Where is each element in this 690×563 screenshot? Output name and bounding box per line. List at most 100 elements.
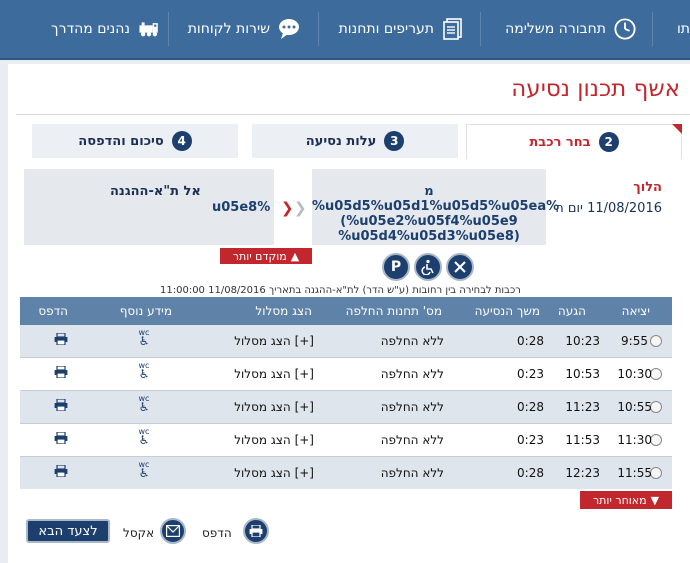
destination-code: u05e8%	[212, 200, 271, 215]
col-arrival: הגעה	[557, 304, 586, 318]
triangle-down-icon: ▼	[650, 493, 660, 507]
duration: 0:23	[517, 367, 544, 381]
parking-icon[interactable]: P	[382, 253, 410, 281]
table-header: יציאה הגעה משך הנסיעה מס' תחנות החלפה הצ…	[20, 297, 672, 325]
show-route-link[interactable]: [+] הצג מסלול	[234, 367, 314, 381]
show-route-link[interactable]: [+] הצג מסלול	[234, 400, 314, 414]
col-print: הדפס	[38, 304, 68, 318]
departure-time: 10:55	[617, 400, 652, 414]
wheelchair-wc-icon: wc ♿	[134, 427, 154, 453]
document-icon	[442, 18, 464, 40]
triangle-up-icon: ▲	[290, 249, 300, 263]
wheelchair-wc-icon: wc ♿	[134, 394, 154, 420]
departure-time: 9:55	[621, 334, 648, 348]
title-divider	[16, 114, 690, 115]
clock-icon	[614, 18, 636, 40]
page-title: אשף תכנון נסיעה	[511, 76, 680, 102]
print-label: הדפס	[202, 526, 232, 540]
next-step-button[interactable]: לצעד הבא	[26, 519, 110, 543]
table-row[interactable]: 11:30 11:53 0:23 ללא החלפה [+] הצג מסלול…	[20, 424, 672, 456]
train-icon	[138, 18, 160, 40]
nav-divider	[652, 12, 653, 46]
nav-label: תחבורה משלימה	[505, 21, 606, 37]
transfers: ללא החלפה	[380, 334, 444, 348]
chat-icon	[278, 18, 300, 40]
excel-button[interactable]	[160, 518, 186, 544]
nav-label: נהנים מהדרך	[51, 21, 130, 37]
origin-line: %u05d4%u05d3%u05e8)	[338, 229, 520, 244]
print-icon[interactable]	[54, 432, 68, 444]
arrival-time: 10:53	[565, 367, 600, 381]
nav-divider	[480, 12, 481, 46]
departure-time: 11:55	[617, 466, 652, 480]
origin-prefix: מ	[424, 184, 434, 199]
table-row[interactable]: 9:55 10:23 0:28 ללא החלפה [+] הצג מסלול …	[20, 325, 672, 357]
select-radio[interactable]	[650, 335, 662, 347]
print-icon[interactable]	[54, 465, 68, 477]
show-route-link[interactable]: [+] הצג מסלול	[234, 334, 314, 348]
departure-time: 10:30	[617, 367, 652, 381]
duration: 0:23	[517, 433, 544, 447]
tab-select-train[interactable]: 2 בחר רכבת	[466, 124, 682, 159]
nav-item-fares[interactable]: תעריפים ותחנות	[339, 0, 464, 58]
table-row[interactable]: 10:55 11:23 0:28 ללא החלפה [+] הצג מסלול…	[20, 391, 672, 423]
active-tab-marker	[672, 124, 682, 134]
arrival-time: 11:53	[565, 433, 600, 447]
nav-item-customer-service[interactable]: שירות לקוחות	[188, 0, 300, 58]
step-number: 2	[598, 132, 619, 152]
duration: 0:28	[517, 466, 544, 480]
origin-line: %u05d5%u05d1%u05d5%u05ea%	[312, 199, 560, 214]
transfers: ללא החלפה	[380, 367, 444, 381]
departure-time: 11:30	[617, 433, 652, 447]
col-duration: משך הנסיעה	[474, 304, 540, 318]
fork-knife-icon[interactable]	[446, 253, 474, 281]
tab-summary-print[interactable]: 4 סיכום והדפסה	[32, 124, 238, 158]
duration: 0:28	[517, 400, 544, 414]
step-label: סיכום והדפסה	[78, 133, 164, 149]
search-note: רכבות לבחירה בין רחובות (ע"ש הדר) לת"א-ה…	[160, 285, 521, 296]
nav-item-transport[interactable]: תחבורה משלימה	[505, 0, 636, 58]
table-row[interactable]: 11:55 12:23 0:28 ללא החלפה [+] הצג מסלול…	[20, 457, 672, 489]
wheelchair-icon[interactable]	[414, 253, 442, 281]
later-button[interactable]: ▼ מאוחר יותר	[580, 491, 672, 509]
transfers: ללא החלפה	[380, 466, 444, 480]
transfers: ללא החלפה	[380, 433, 444, 447]
wheelchair-wc-icon: wc ♿	[134, 361, 154, 387]
show-route-link[interactable]: [+] הצג מסלול	[234, 466, 314, 480]
col-route: הצג מסלול	[255, 304, 312, 318]
arrival-time: 10:23	[565, 334, 600, 348]
chevron-left-icon[interactable]: ❮	[281, 199, 294, 217]
tab-trip-cost[interactable]: 3 עלות נסיעה	[252, 124, 458, 158]
table-row[interactable]: 10:30 10:53 0:23 ללא החלפה [+] הצג מסלול…	[20, 358, 672, 390]
show-route-link[interactable]: [+] הצג מסלול	[234, 433, 314, 447]
wheelchair-wc-icon: wc ♿	[134, 328, 154, 354]
nav-item-enjoy[interactable]: נהנים מהדרך	[51, 0, 160, 58]
step-number: 4	[171, 131, 192, 151]
going-label: הלוך	[633, 180, 662, 195]
print-icon[interactable]	[54, 399, 68, 411]
chevron-right-icon[interactable]: ❮	[294, 199, 307, 217]
print-icon	[249, 525, 263, 537]
step-number: 3	[384, 131, 405, 151]
origin-station: מ %u05d5%u05d1%u05d5%u05ea% (%u05e2%u05f…	[312, 184, 560, 244]
duration: 0:28	[517, 334, 544, 348]
earlier-button[interactable]: ▲ מוקדם יותר	[220, 248, 312, 264]
travel-date: 11/08/2016 יום ה	[555, 201, 662, 216]
arrival-time: 11:23	[565, 400, 600, 414]
print-icon[interactable]	[54, 333, 68, 345]
envelope-icon	[166, 525, 180, 537]
nav-item-more[interactable]: תו	[660, 0, 690, 58]
origin-line: (%u05e2%u05f4%u05e9	[340, 214, 518, 229]
nav-label: תעריפים ותחנות	[338, 21, 434, 37]
print-icon[interactable]	[54, 366, 68, 378]
destination-station: אל ת"א-ההגנה	[110, 184, 201, 199]
earlier-label: מוקדם יותר	[232, 249, 287, 263]
nav-divider	[318, 12, 319, 46]
wheelchair-wc-icon: wc ♿	[134, 460, 154, 486]
col-departure: יציאה	[621, 304, 650, 318]
col-transfers: מס' תחנות החלפה	[345, 304, 442, 318]
nav-divider	[168, 12, 169, 46]
print-button[interactable]	[243, 518, 269, 544]
nav-label: תו	[676, 21, 690, 37]
top-nav: נהנים מהדרך שירות לקוחות תעריפים ותחנות …	[0, 0, 690, 60]
